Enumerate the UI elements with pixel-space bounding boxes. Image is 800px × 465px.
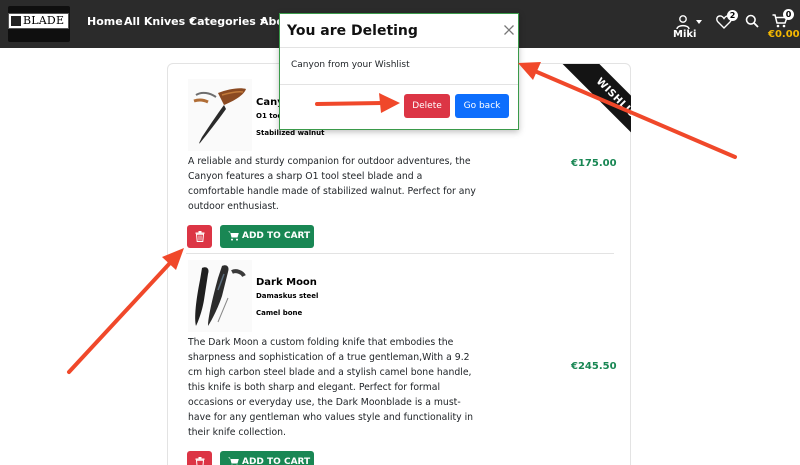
confirm-delete-button[interactable]: Delete bbox=[404, 94, 450, 118]
product-steel: Damaskus steel bbox=[256, 292, 319, 300]
logo-text[interactable]: BLADE bbox=[8, 13, 69, 29]
knife-image bbox=[188, 79, 252, 151]
search-icon[interactable] bbox=[745, 14, 759, 28]
product-price: €175.00 bbox=[571, 158, 617, 169]
product-name[interactable]: Dark Moon bbox=[256, 277, 317, 288]
trash-icon bbox=[195, 457, 205, 465]
knife-image bbox=[188, 260, 252, 332]
wishlist-ribbon: WISHLIST bbox=[540, 64, 631, 155]
logo-mark-icon bbox=[11, 16, 21, 26]
modal-body-text: Canyon from your Wishlist bbox=[291, 60, 410, 70]
nav-categories[interactable]: Categories bbox=[189, 15, 266, 28]
product-image-canyon[interactable] bbox=[188, 79, 252, 151]
add-to-cart-button[interactable]: ADD TO CART bbox=[220, 225, 314, 248]
modal-title: You are Deleting bbox=[287, 23, 418, 39]
product-handle: Camel bone bbox=[256, 309, 303, 317]
product-description: The Dark Moon a custom folding knife tha… bbox=[188, 337, 474, 438]
product-image-dark-moon[interactable] bbox=[188, 260, 252, 332]
trash-icon bbox=[195, 231, 205, 242]
cart-count-badge: 0 bbox=[783, 9, 794, 20]
nav-all-knives[interactable]: All Knives bbox=[124, 15, 196, 28]
wishlist-ribbon-label: WISHLIST bbox=[559, 64, 631, 155]
product-description: A reliable and sturdy companion for outd… bbox=[188, 156, 476, 212]
remove-from-wishlist-button[interactable] bbox=[187, 225, 212, 248]
go-back-button[interactable]: Go back bbox=[455, 94, 509, 118]
product-price: €245.50 bbox=[571, 361, 617, 372]
product-divider bbox=[186, 253, 614, 254]
wishlist-count-badge: 2 bbox=[727, 10, 738, 21]
modal-divider bbox=[280, 84, 518, 85]
user-icon[interactable] bbox=[675, 14, 691, 30]
delete-confirm-modal: You are Deleting Canyon from your Wishli… bbox=[279, 13, 519, 130]
user-menu-chevron-icon[interactable] bbox=[696, 20, 702, 24]
cart-icon bbox=[228, 457, 239, 465]
user-name[interactable]: Miki bbox=[673, 29, 696, 40]
remove-from-wishlist-button[interactable] bbox=[187, 451, 212, 465]
product-handle: Stabilized walnut bbox=[256, 129, 325, 137]
close-icon[interactable] bbox=[503, 24, 515, 36]
cart-icon bbox=[228, 231, 239, 241]
modal-divider bbox=[280, 47, 518, 48]
add-to-cart-button[interactable]: ADD TO CART bbox=[220, 451, 314, 465]
nav-home[interactable]: Home bbox=[87, 15, 123, 28]
cart-total[interactable]: €0.00 bbox=[768, 29, 800, 40]
